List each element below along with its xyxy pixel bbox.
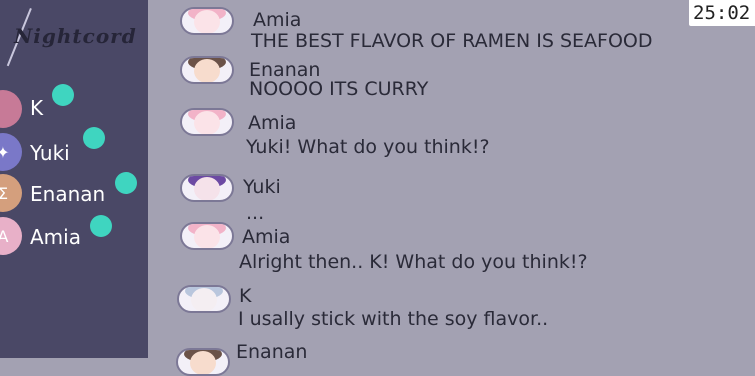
sidebar-member-yuki[interactable]: ✦ Yuki: [0, 127, 148, 173]
k-avatar-icon: [177, 285, 231, 313]
message-text: ...: [246, 202, 265, 224]
message-text: THE BEST FLAVOR OF RAMEN IS SEAFOOD: [251, 30, 653, 52]
enanan-avatar-icon: [180, 56, 234, 84]
yuki-avatar-icon: [180, 174, 234, 202]
online-status-icon: [90, 215, 112, 237]
online-status-icon: [115, 172, 137, 194]
enanan-avatar-icon: Σ: [0, 174, 22, 212]
amia-avatar-icon: [180, 222, 234, 250]
timer: 25:02: [689, 0, 755, 26]
message-text: NOOOO ITS CURRY: [249, 78, 429, 100]
message-text: Yuki! What do you think!?: [246, 136, 490, 158]
sidebar-member-amia[interactable]: A Amia: [0, 215, 148, 257]
app-logo: Nightcord: [14, 24, 137, 48]
message-sender: Amia: [253, 9, 302, 31]
member-name: Amia: [30, 225, 81, 249]
enanan-avatar-icon: [176, 348, 230, 376]
sidebar-member-enanan[interactable]: Σ Enanan: [0, 172, 148, 214]
member-name: Enanan: [30, 182, 106, 206]
message-sender: Amia: [242, 226, 291, 248]
k-avatar-icon: [0, 90, 22, 128]
amia-avatar-icon: [180, 7, 234, 35]
member-name: Yuki: [30, 141, 70, 165]
message-sender: Amia: [248, 112, 297, 134]
sidebar-member-k[interactable]: K: [0, 84, 148, 130]
online-status-icon: [83, 127, 105, 149]
amia-avatar-icon: [180, 108, 234, 136]
online-status-icon: [52, 84, 74, 106]
member-name: K: [30, 96, 44, 120]
message-text: Alright then.. K! What do you think!?: [239, 251, 588, 273]
sidebar: Nightcord K ✦ Yuki Σ Enanan A Amia: [0, 0, 148, 358]
amia-avatar-icon: A: [0, 217, 22, 255]
message-sender: K: [239, 285, 252, 307]
message-sender: Enanan: [236, 341, 308, 363]
yuki-avatar-icon: ✦: [0, 133, 22, 171]
message-text: I usally stick with the soy flavor..: [238, 308, 549, 330]
message-sender: Yuki: [243, 176, 281, 198]
